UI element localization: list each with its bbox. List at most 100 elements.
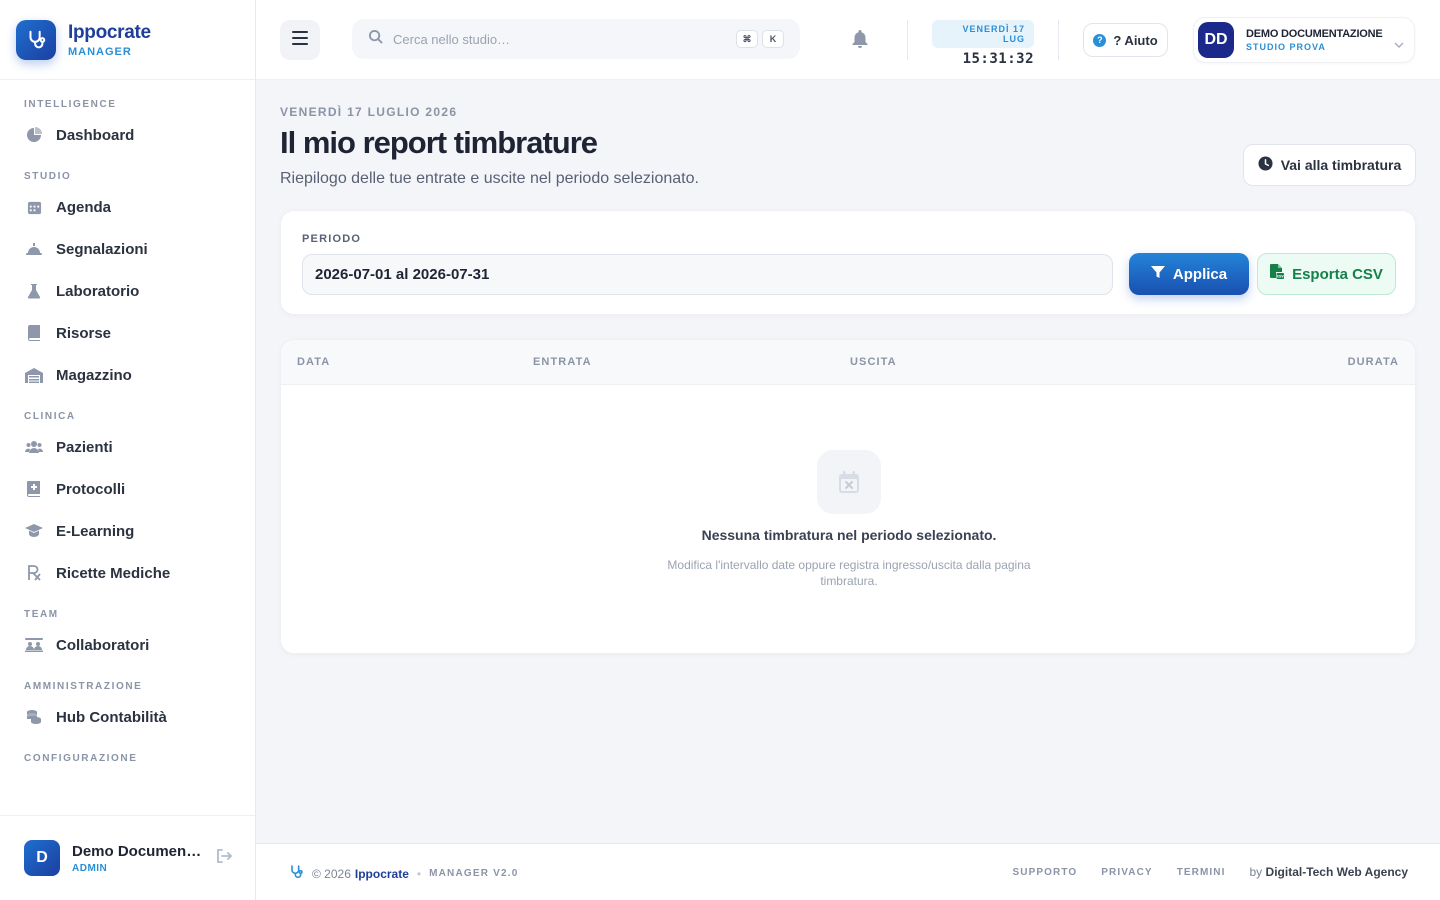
- sidebar-item-risorse[interactable]: Risorse: [0, 312, 255, 354]
- sidebar-item-label: Agenda: [56, 198, 112, 216]
- period-label: PERIODO: [302, 233, 362, 245]
- footer-link-privacy[interactable]: PRIVACY: [1101, 867, 1152, 878]
- empty-state-title: Nessuna timbratura nel periodo seleziona…: [701, 527, 997, 543]
- search-bar: ⌘ K: [352, 19, 800, 59]
- footer-agency-link[interactable]: Digital-Tech Web Agency: [1266, 865, 1408, 879]
- calendar-x-icon: [817, 450, 881, 514]
- user-menu[interactable]: DD DEMO DOCUMENTAZIONE STUDIO PROVA: [1193, 17, 1415, 63]
- goto-timbratura-button[interactable]: Vai alla timbratura: [1243, 144, 1416, 186]
- sidebar-item-collaboratori[interactable]: Collaboratori: [0, 624, 255, 666]
- warehouse-icon: [24, 365, 44, 385]
- brand-name: Ippocrate: [68, 21, 151, 43]
- separator-dot: •: [416, 866, 422, 881]
- filter-icon: [1150, 265, 1173, 283]
- sidebar-item-protocolli[interactable]: Protocolli: [0, 468, 255, 510]
- sidebar: Ippocrate MANAGER INTELLIGENCE Dashboard…: [0, 0, 256, 900]
- table-header: DATA ENTRATA USCITA DURATA: [281, 340, 1415, 385]
- shortcut-key: ⌘: [736, 30, 758, 48]
- sidebar-user: D Demo Documentazione ADMIN: [0, 815, 255, 900]
- empty-state-description: Modifica l'intervallo date oppure regist…: [667, 558, 1031, 588]
- help-label: ? Aiuto: [1113, 32, 1158, 48]
- apply-button[interactable]: Applica: [1129, 253, 1249, 295]
- footer-link-supporto[interactable]: SUPPORTO: [1013, 867, 1078, 878]
- nav-section-title: CONFIGURAZIONE: [24, 753, 138, 764]
- nav-section-title: STUDIO: [24, 171, 72, 182]
- topbar: ⌘ K VENERDÌ 17 LUG 15:31:32 ? ? Aiuto DD…: [256, 0, 1440, 80]
- clock-icon: [1258, 156, 1281, 174]
- help-icon: ?: [1093, 33, 1107, 47]
- date-time-display: VENERDÌ 17 LUG 15:31:32: [932, 20, 1034, 67]
- brand-subtitle: MANAGER: [68, 45, 132, 58]
- stethoscope-icon: [288, 864, 304, 883]
- coins-icon: [24, 707, 44, 727]
- nav-section-title: TEAM: [24, 609, 59, 620]
- sidebar-item-hub-contabilita[interactable]: Hub Contabilità: [0, 696, 255, 738]
- footer-credit: by Digital-Tech Web Agency: [1250, 865, 1409, 879]
- help-button[interactable]: ? ? Aiuto: [1083, 23, 1168, 57]
- apply-label: Applica: [1172, 265, 1228, 283]
- nav-section-title: AMMINISTRAZIONE: [24, 681, 143, 692]
- logout-icon[interactable]: [216, 848, 233, 868]
- svg-text:csv: csv: [1277, 274, 1284, 279]
- search-icon: [368, 29, 383, 49]
- avatar[interactable]: D: [24, 840, 60, 876]
- column-header-entrata[interactable]: ENTRATA: [533, 356, 592, 368]
- sidebar-item-ricette-mediche[interactable]: Ricette Mediche: [0, 552, 255, 594]
- page-date: VENERDÌ 17 LUGLIO 2026: [280, 105, 458, 119]
- export-csv-button[interactable]: csv Esporta CSV: [1257, 253, 1396, 295]
- nav-section-title: CLINICA: [24, 411, 76, 422]
- sidebar-item-label: Protocolli: [56, 480, 126, 498]
- prescription-icon: [24, 563, 44, 583]
- footer-credit-prefix: by: [1249, 865, 1263, 879]
- sidebar-item-label: Pazienti: [56, 438, 113, 456]
- sidebar-item-label: Collaboratori: [56, 636, 150, 654]
- export-csv-label: Esporta CSV: [1292, 265, 1383, 283]
- sidebar-item-dashboard[interactable]: Dashboard: [0, 114, 255, 156]
- bell-alert-icon: [24, 239, 44, 259]
- sidebar-user-role: ADMIN: [72, 862, 108, 874]
- date-pill: VENERDÌ 17 LUG: [932, 20, 1034, 48]
- sidebar-item-label: Laboratorio: [56, 282, 140, 300]
- shortcut-key: K: [762, 30, 784, 48]
- footer-brand-name: Ippocrate: [354, 866, 409, 881]
- stethoscope-logo-icon: [16, 19, 56, 60]
- avatar: DD: [1198, 22, 1234, 58]
- flask-icon: [24, 281, 44, 301]
- period-input[interactable]: [302, 254, 1113, 295]
- sidebar-nav: INTELLIGENCE Dashboard STUDIO Agenda Seg…: [0, 80, 255, 768]
- sidebar-item-label: Ricette Mediche: [56, 564, 171, 582]
- clock: 15:31:32: [962, 51, 1034, 67]
- sidebar-item-magazzino[interactable]: Magazzino: [0, 354, 255, 396]
- sidebar-item-laboratorio[interactable]: Laboratorio: [0, 270, 255, 312]
- goto-timbratura-label: Vai alla timbratura: [1280, 157, 1402, 173]
- footer-version: MANAGER V2.0: [429, 868, 519, 879]
- sidebar-item-label: Hub Contabilità: [56, 708, 167, 726]
- sidebar-item-label: Risorse: [56, 324, 112, 342]
- user-name: DEMO DOCUMENTAZIONE: [1246, 28, 1383, 40]
- main-content: VENERDÌ 17 LUGLIO 2026 Il mio report tim…: [280, 80, 1416, 654]
- bell-icon[interactable]: [852, 30, 868, 53]
- file-medical-icon: [24, 479, 44, 499]
- column-header-data[interactable]: DATA: [297, 356, 330, 368]
- column-header-uscita[interactable]: USCITA: [850, 356, 897, 368]
- sidebar-user-name: Demo Documentazione: [72, 842, 204, 860]
- column-header-durata[interactable]: DURATA: [1348, 356, 1399, 368]
- graduation-cap-icon: [24, 521, 44, 541]
- footer-links: SUPPORTO PRIVACY TERMINI by Digital-Tech…: [1013, 865, 1408, 879]
- menu-toggle-button[interactable]: [280, 20, 320, 60]
- sidebar-item-agenda[interactable]: Agenda: [0, 186, 255, 228]
- footer: © 2026 Ippocrate • MANAGER V2.0 SUPPORTO…: [256, 843, 1440, 900]
- brand[interactable]: Ippocrate MANAGER: [0, 0, 255, 80]
- book-icon: [24, 323, 44, 343]
- filter-card: PERIODO Applica csv Esporta CSV: [280, 210, 1416, 315]
- sidebar-item-segnalazioni[interactable]: Segnalazioni: [0, 228, 255, 270]
- calendar-icon: [24, 197, 44, 217]
- sidebar-item-label: E-Learning: [56, 522, 135, 540]
- sidebar-item-pazienti[interactable]: Pazienti: [0, 426, 255, 468]
- footer-link-termini[interactable]: TERMINI: [1177, 867, 1226, 878]
- divider: [1058, 20, 1059, 60]
- search-input[interactable]: [393, 31, 713, 47]
- sidebar-item-elearning[interactable]: E-Learning: [0, 510, 255, 552]
- chevron-down-icon: [1394, 35, 1404, 53]
- footer-copyright: © 2026: [312, 866, 351, 881]
